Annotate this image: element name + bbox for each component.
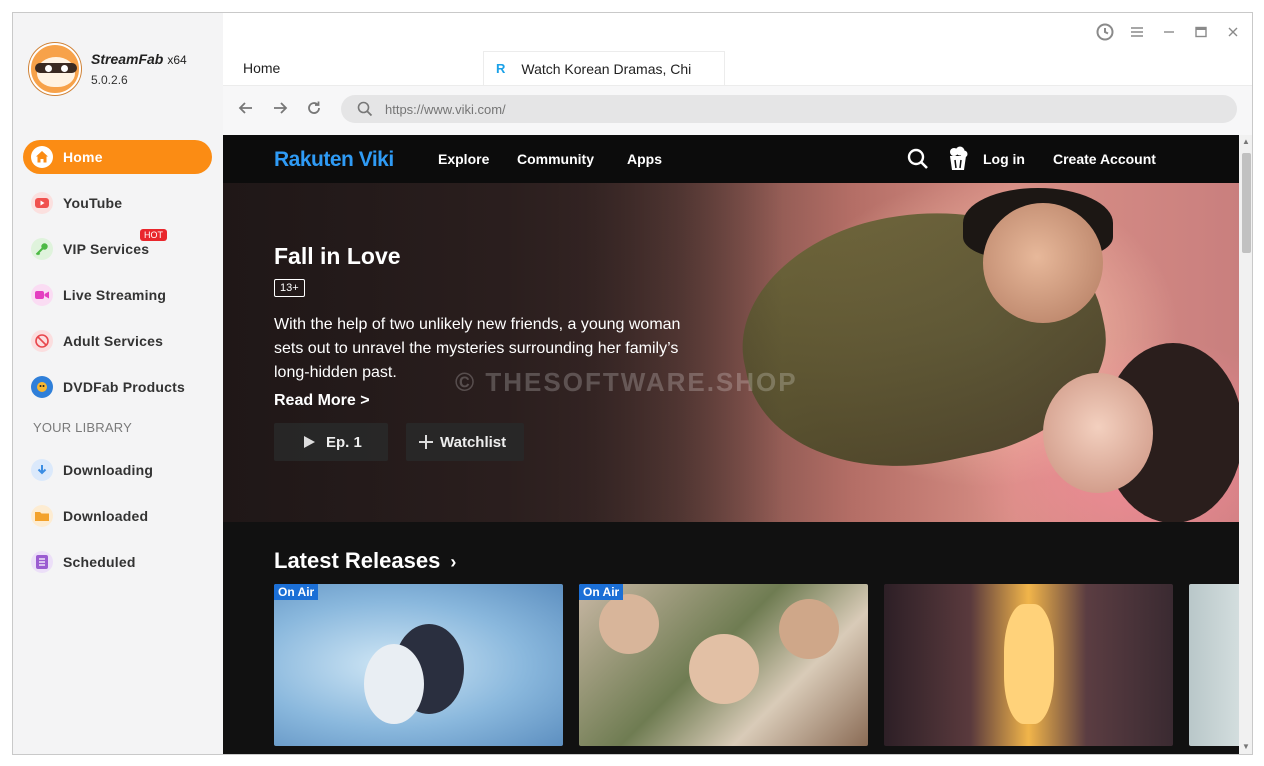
app-window: StreamFab x64 5.0.2.6 Home YouTube VIP S… — [12, 12, 1253, 755]
viki-search-icon[interactable] — [907, 148, 929, 175]
forward-icon[interactable] — [269, 99, 291, 122]
chevron-right-icon: › — [450, 552, 457, 572]
sidebar-item-live-streaming[interactable]: Live Streaming — [23, 278, 212, 312]
adult-icon — [31, 330, 53, 352]
show-card[interactable]: On Air — [274, 584, 563, 746]
rakuten-tab-icon: R — [496, 61, 506, 76]
sidebar: StreamFab x64 5.0.2.6 Home YouTube VIP S… — [13, 13, 223, 754]
scroll-thumb[interactable] — [1242, 153, 1251, 253]
folder-icon — [31, 505, 53, 527]
sidebar-item-youtube[interactable]: YouTube — [23, 186, 212, 220]
tab-viki[interactable]: R Watch Korean Dramas, Chi — [483, 51, 725, 85]
show-card[interactable] — [1189, 584, 1239, 746]
address-bar — [223, 85, 1252, 135]
tab-title: Watch Korean Dramas, Chi — [521, 60, 692, 77]
web-viewport: Rakuten Viki Explore Community Apps Log … — [223, 135, 1239, 754]
back-icon[interactable] — [235, 99, 257, 122]
play-episode-button[interactable]: Ep. 1 — [274, 423, 388, 461]
watermark: © THESOFTWARE.SHOP — [455, 367, 798, 397]
window-controls — [1096, 23, 1242, 41]
history-icon[interactable] — [1096, 23, 1114, 41]
sidebar-item-label: Home — [63, 149, 103, 165]
nav-apps[interactable]: Apps — [627, 151, 662, 167]
latest-releases-heading[interactable]: Latest Releases › — [274, 548, 456, 574]
scroll-up-icon[interactable]: ▲ — [1242, 137, 1250, 146]
sidebar-nav: Home YouTube VIP Services HOT Live Strea… — [23, 140, 212, 591]
tab-home[interactable]: Home — [243, 51, 280, 85]
app-version: 5.0.2.6 — [91, 73, 128, 87]
sidebar-item-label: Downloading — [63, 462, 154, 478]
read-more-link[interactable]: Read More > — [274, 392, 370, 410]
sidebar-item-label: Adult Services — [63, 333, 164, 349]
create-account-link[interactable]: Create Account — [1053, 151, 1156, 167]
refresh-icon[interactable] — [303, 99, 325, 122]
youtube-icon — [31, 192, 53, 214]
url-input[interactable] — [385, 101, 1085, 117]
sidebar-item-downloading[interactable]: Downloading — [23, 453, 212, 487]
app-arch: x64 — [167, 53, 187, 67]
show-card[interactable]: On Air — [579, 584, 868, 746]
url-field[interactable] — [341, 95, 1237, 123]
sidebar-item-label: Live Streaming — [63, 287, 167, 303]
latest-releases-section: Latest Releases › On Air On Air — [223, 522, 1239, 754]
sidebar-item-label: DVDFab Products — [63, 379, 186, 395]
sidebar-item-label: Scheduled — [63, 554, 136, 570]
menu-icon[interactable] — [1128, 23, 1146, 41]
sidebar-item-label: VIP Services — [63, 241, 150, 257]
sidebar-item-downloaded[interactable]: Downloaded — [23, 499, 212, 533]
sidebar-item-label: YouTube — [63, 195, 123, 211]
list-icon — [31, 551, 53, 573]
popcorn-icon[interactable] — [947, 146, 969, 177]
hero-image-figure — [1043, 373, 1153, 493]
minimize-icon[interactable] — [1160, 23, 1178, 41]
hero-image-figure — [983, 203, 1103, 323]
sidebar-item-dvdfab-products[interactable]: DVDFab Products — [23, 370, 212, 404]
rakuten-viki-logo[interactable]: Rakuten Viki — [274, 148, 394, 172]
camera-icon — [31, 284, 53, 306]
rating-badge: 13+ — [274, 279, 305, 297]
sloth-logo-icon — [29, 43, 81, 95]
on-air-badge: On Air — [579, 584, 624, 600]
card-thumbnail — [779, 599, 839, 659]
dvdfab-icon — [31, 376, 53, 398]
maximize-icon[interactable] — [1192, 23, 1210, 41]
on-air-badge: On Air — [274, 584, 319, 600]
hot-badge: HOT — [140, 229, 167, 241]
login-link[interactable]: Log in — [983, 151, 1025, 167]
sidebar-item-label: Downloaded — [63, 508, 149, 524]
sidebar-item-scheduled[interactable]: Scheduled — [23, 545, 212, 579]
nav-explore[interactable]: Explore — [438, 151, 489, 167]
sidebar-item-vip-services[interactable]: VIP Services HOT — [23, 229, 212, 266]
download-icon — [31, 459, 53, 481]
app-logo: StreamFab x64 5.0.2.6 — [29, 43, 187, 95]
play-icon — [304, 436, 315, 448]
scrollbar[interactable]: ▲ ▼ — [1239, 135, 1252, 754]
card-thumbnail — [599, 594, 659, 654]
scroll-down-icon[interactable]: ▼ — [1242, 742, 1250, 751]
viki-header: Rakuten Viki Explore Community Apps Log … — [223, 135, 1239, 183]
card-thumbnail — [1004, 604, 1054, 724]
close-icon[interactable] — [1224, 23, 1242, 41]
key-icon — [31, 238, 53, 260]
hero-banner[interactable]: Fall in Love 13+ With the help of two un… — [223, 183, 1239, 522]
search-icon — [357, 101, 373, 117]
plus-icon — [419, 435, 433, 449]
sidebar-item-home[interactable]: Home — [23, 140, 212, 174]
show-card[interactable] — [884, 584, 1173, 746]
tab-bar: Home R Watch Korean Dramas, Chi — [223, 51, 1252, 85]
home-icon — [31, 146, 53, 168]
hero-title: Fall in Love — [274, 243, 401, 269]
card-thumbnail — [689, 634, 759, 704]
sidebar-item-adult-services[interactable]: Adult Services — [23, 324, 212, 358]
library-heading: YOUR LIBRARY — [33, 420, 132, 435]
watchlist-button[interactable]: Watchlist — [406, 423, 524, 461]
app-name: StreamFab x64 — [91, 51, 187, 67]
card-thumbnail — [364, 644, 424, 724]
nav-community[interactable]: Community — [517, 151, 594, 167]
